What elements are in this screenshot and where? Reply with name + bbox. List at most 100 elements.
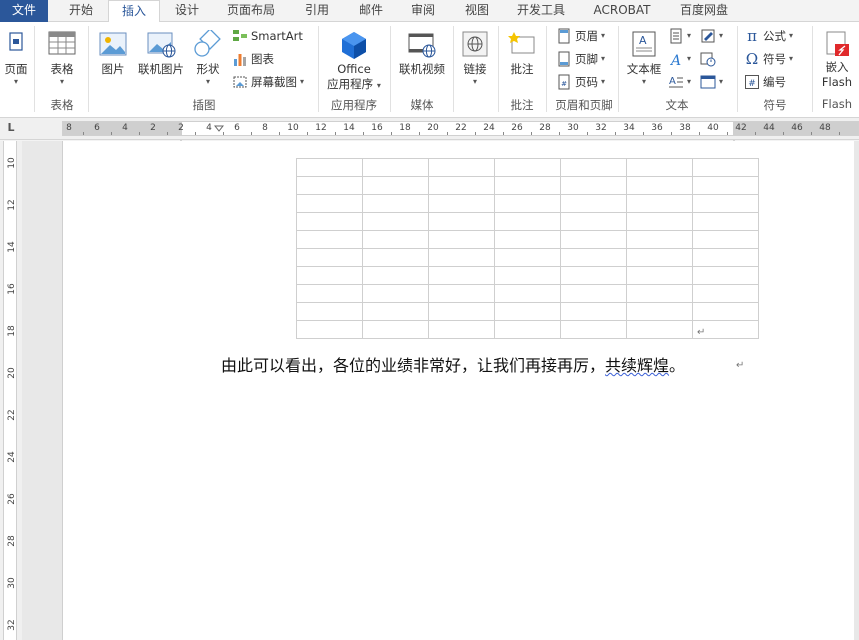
drop-cap-button[interactable]: A ▾ <box>668 71 691 93</box>
table-cell[interactable] <box>428 302 495 321</box>
wordart-button[interactable]: A ▾ <box>668 48 691 70</box>
table-cell[interactable] <box>296 176 363 195</box>
table-cell[interactable] <box>362 176 429 195</box>
textbox-button[interactable]: A 文本框 ▾ <box>622 26 666 87</box>
table-cell[interactable] <box>692 176 759 195</box>
table-cell[interactable] <box>494 176 561 195</box>
picture-button[interactable]: 图片 <box>94 26 132 77</box>
table-cell[interactable] <box>560 176 627 195</box>
tab-file[interactable]: 文件 <box>0 0 48 22</box>
table-cell[interactable] <box>626 320 693 339</box>
table-cell[interactable] <box>494 212 561 231</box>
empty-table[interactable] <box>296 158 759 339</box>
table-cell[interactable] <box>296 302 363 321</box>
table-cell[interactable] <box>494 230 561 249</box>
table-cell[interactable] <box>560 230 627 249</box>
table-cell[interactable] <box>560 248 627 267</box>
table-cell[interactable] <box>626 284 693 303</box>
table-cell[interactable] <box>362 212 429 231</box>
footer-button[interactable]: 页脚 ▾ <box>556 48 605 70</box>
tab-references[interactable]: 引用 <box>292 0 342 22</box>
tab-baidu-netdisk[interactable]: 百度网盘 <box>668 0 740 22</box>
table-cell[interactable] <box>362 320 429 339</box>
table-cell[interactable] <box>692 194 759 213</box>
table-cell[interactable] <box>296 284 363 303</box>
table-cell[interactable] <box>692 248 759 267</box>
table-cell[interactable] <box>428 230 495 249</box>
document-page[interactable] <box>62 141 854 640</box>
body-paragraph[interactable]: 由此可以看出，各位的业绩非常好，让我们再接再厉，共续辉煌。 <box>221 352 685 376</box>
table-cell[interactable] <box>626 194 693 213</box>
tab-review[interactable]: 审阅 <box>398 0 448 22</box>
page-number-button[interactable]: # 页码 ▾ <box>556 71 605 93</box>
table-cell[interactable] <box>626 230 693 249</box>
table-cell[interactable] <box>626 212 693 231</box>
table-cell[interactable] <box>296 194 363 213</box>
signature-line-button[interactable]: ▾ <box>700 25 723 47</box>
symbol-button[interactable]: Ω 符号 ▾ <box>744 48 793 70</box>
table-cell[interactable] <box>692 212 759 231</box>
tab-view[interactable]: 视图 <box>452 0 502 22</box>
screenshot-button[interactable]: 屏幕截图 ▾ <box>232 71 304 93</box>
table-cell[interactable] <box>296 230 363 249</box>
table-cell[interactable] <box>626 302 693 321</box>
table-cell[interactable] <box>626 266 693 285</box>
table-cell[interactable] <box>560 212 627 231</box>
pages-button[interactable]: 页面 ▾ <box>0 26 32 87</box>
table-cell[interactable] <box>362 230 429 249</box>
tab-acrobat[interactable]: ACROBAT <box>584 0 660 22</box>
table-cell[interactable] <box>362 302 429 321</box>
smartart-button[interactable]: SmartArt <box>232 25 303 47</box>
numbering-button[interactable]: # 编号 <box>744 71 786 93</box>
table-cell[interactable] <box>296 320 363 339</box>
office-apps-button[interactable]: Office 应用程序 ▾ <box>322 26 386 92</box>
table-cell[interactable] <box>560 302 627 321</box>
table-cell[interactable] <box>692 284 759 303</box>
online-picture-button[interactable]: 联机图片 <box>134 26 188 77</box>
spelling-error-text[interactable]: 共续辉煌 <box>605 356 669 375</box>
table-cell[interactable] <box>560 284 627 303</box>
tab-insert[interactable]: 插入 <box>108 0 160 23</box>
tab-mailings[interactable]: 邮件 <box>346 0 396 22</box>
table-cell[interactable] <box>362 284 429 303</box>
table-cell[interactable] <box>428 158 495 177</box>
table-cell[interactable] <box>428 194 495 213</box>
table-cell[interactable] <box>362 266 429 285</box>
table-cell[interactable] <box>560 320 627 339</box>
table-cell[interactable] <box>494 266 561 285</box>
tab-developer[interactable]: 开发工具 <box>506 0 576 22</box>
table-cell[interactable] <box>428 176 495 195</box>
tab-home[interactable]: 开始 <box>56 0 106 22</box>
table-cell[interactable] <box>428 320 495 339</box>
object-button[interactable]: ▾ <box>700 71 723 93</box>
header-button[interactable]: 页眉 ▾ <box>556 25 605 47</box>
online-video-button[interactable]: 联机视频 <box>394 26 450 77</box>
horizontal-ruler[interactable]: L 8 6 4 2 2 4 6 8 10 12 14 16 18 20 22 24 26 28 30 32 34 36 38… <box>0 118 859 147</box>
table-cell[interactable] <box>494 302 561 321</box>
chart-button[interactable]: 图表 <box>232 48 274 70</box>
tab-page-layout[interactable]: 页面布局 <box>216 0 286 22</box>
table-cell[interactable] <box>362 248 429 267</box>
table-cell[interactable] <box>362 158 429 177</box>
embed-flash-button[interactable]: 嵌入 Flash <box>816 26 858 90</box>
links-button[interactable]: 链接 ▾ <box>456 26 494 87</box>
table-cell[interactable] <box>296 212 363 231</box>
table-cell[interactable] <box>362 194 429 213</box>
tab-selector[interactable]: L <box>0 118 22 140</box>
table-cell[interactable] <box>428 284 495 303</box>
table-cell[interactable] <box>428 266 495 285</box>
quick-parts-button[interactable]: ▾ <box>668 25 691 47</box>
tab-design[interactable]: 设计 <box>162 0 212 22</box>
table-cell[interactable] <box>428 248 495 267</box>
date-time-button[interactable] <box>700 48 716 70</box>
table-cell[interactable] <box>560 266 627 285</box>
table-cell[interactable] <box>692 158 759 177</box>
table-cell[interactable] <box>296 158 363 177</box>
table-cell[interactable] <box>494 320 561 339</box>
vertical-ruler[interactable]: 10 12 14 16 18 20 22 24 26 28 30 32 <box>0 141 22 640</box>
table-cell[interactable] <box>626 158 693 177</box>
table-cell[interactable] <box>692 302 759 321</box>
table-button[interactable]: 表格 ▾ <box>40 26 84 87</box>
table-cell[interactable] <box>494 284 561 303</box>
table-cell[interactable] <box>494 158 561 177</box>
